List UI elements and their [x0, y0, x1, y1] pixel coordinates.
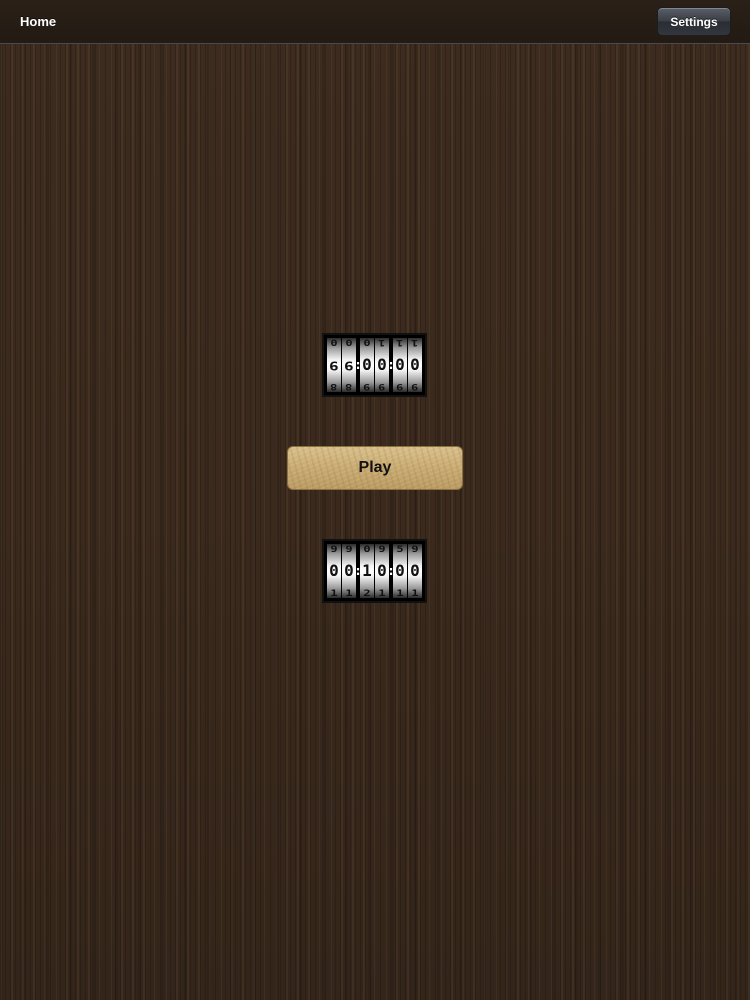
digit-wheel: 0 9 8 [342, 338, 356, 392]
odometer-timer-bottom: 9 0 1 9 0 1 : 0 1 2 9 0 1 : 5 0 1 9 0 1 [322, 539, 427, 603]
settings-button[interactable]: Settings [657, 7, 731, 36]
digit-group: 0 1 2 9 0 1 [360, 544, 389, 598]
digit-group: 5 0 1 9 0 1 [393, 544, 422, 598]
digit-wheel: 9 0 1 [375, 544, 389, 598]
digit-wheel: 1 0 9 [375, 338, 389, 392]
digit-wheel: 9 0 1 [342, 544, 356, 598]
digit-group: 1 0 9 1 0 9 [393, 338, 422, 392]
navigation-bar: Home Settings [0, 0, 750, 44]
digit-wheel: 1 0 9 [393, 338, 407, 392]
digit-wheel: 9 0 1 [327, 544, 341, 598]
digit-wheel: 0 9 8 [327, 338, 341, 392]
digit-wheel: 5 0 1 [393, 544, 407, 598]
odometer-timer-top: 0 9 8 0 9 8 : 0 0 9 1 0 9 : 1 0 9 1 0 9 [322, 333, 427, 397]
digit-group: 9 0 1 9 0 1 [327, 544, 356, 598]
digit-group: 0 0 9 1 0 9 [360, 338, 389, 392]
digit-wheel: 0 1 2 [360, 544, 374, 598]
digit-wheel: 9 0 1 [408, 544, 422, 598]
play-button[interactable]: Play [287, 446, 463, 490]
digit-wheel: 0 0 9 [360, 338, 374, 392]
nav-title-home: Home [20, 14, 57, 29]
digit-group: 0 9 8 0 9 8 [327, 338, 356, 392]
digit-wheel: 1 0 9 [408, 338, 422, 392]
